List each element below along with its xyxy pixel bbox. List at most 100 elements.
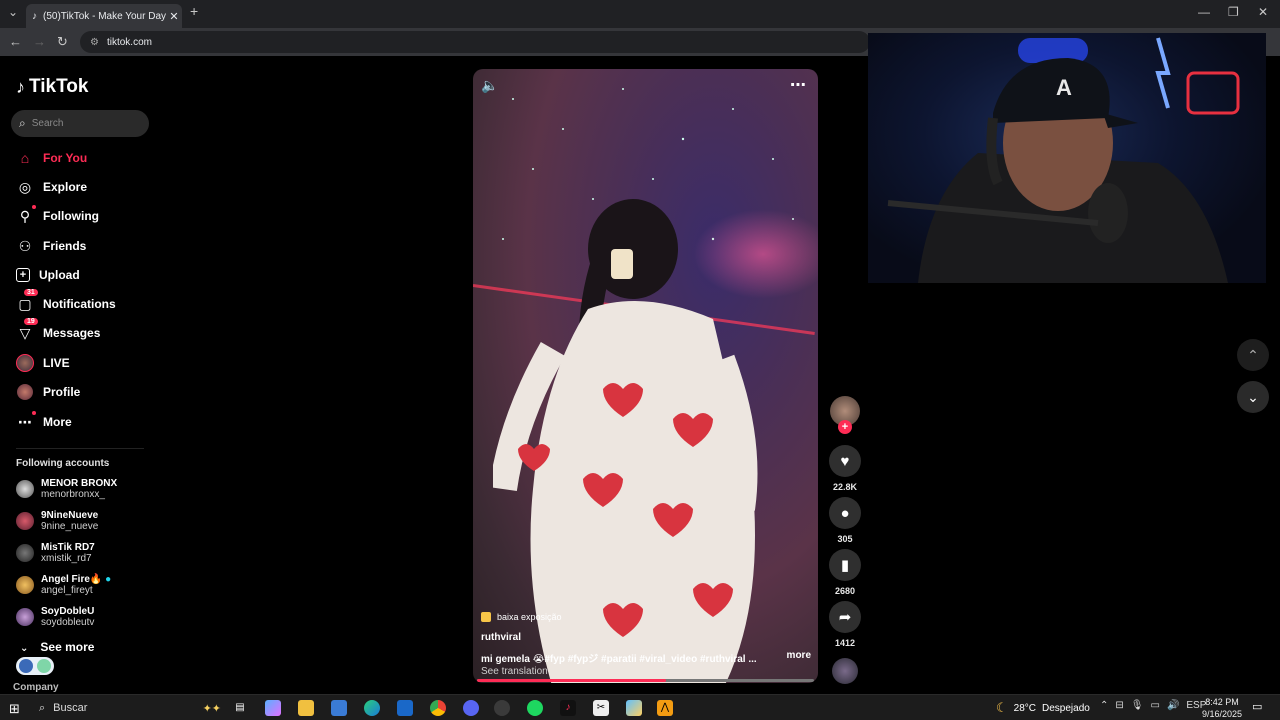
windows-start-icon[interactable]: ⊞ bbox=[9, 701, 20, 717]
reload-icon[interactable]: ↻ bbox=[57, 34, 68, 50]
discord-icon[interactable] bbox=[463, 700, 479, 716]
outlook-icon[interactable] bbox=[397, 700, 413, 716]
video-author[interactable]: ruthviral bbox=[481, 632, 811, 643]
get-app-pill[interactable] bbox=[16, 657, 54, 675]
maximize-button[interactable]: ❐ bbox=[1228, 5, 1239, 19]
site-info-icon[interactable]: ⚙ bbox=[90, 37, 99, 48]
obs-icon[interactable] bbox=[494, 700, 510, 716]
share-button[interactable]: ➦ 1412 bbox=[829, 601, 861, 648]
sound-label: baixa exposição bbox=[497, 612, 562, 622]
sound-icon bbox=[481, 612, 491, 622]
sidebar-item-label: Messages bbox=[43, 326, 101, 340]
sidebar-item-explore[interactable]: ◎ Explore bbox=[16, 176, 87, 198]
video-progress-bar[interactable] bbox=[477, 679, 814, 682]
app-triangle-icon[interactable]: ⋀ bbox=[657, 700, 673, 716]
clock[interactable]: 8:42 PM 9/16/2025 bbox=[1200, 696, 1244, 720]
weather-temp: 28°C bbox=[1013, 702, 1036, 714]
see-translation-link[interactable]: See translation bbox=[481, 666, 811, 677]
search-icon: ⌕ bbox=[19, 116, 26, 130]
sound-disc-icon[interactable] bbox=[832, 658, 858, 684]
following-account[interactable]: SoyDobleU soydobleutv bbox=[16, 604, 94, 630]
sidebar-item-more[interactable]: ⋯ More bbox=[16, 411, 72, 433]
caption-text: mi gemela 😭#fyp #fypジ #paratii #viral_vi… bbox=[481, 654, 757, 665]
sidebar-item-label: Following bbox=[43, 209, 99, 223]
logo-text: TikTok bbox=[29, 76, 89, 97]
window-close-button[interactable]: ✕ bbox=[1258, 5, 1268, 19]
copilot-icon[interactable] bbox=[265, 700, 281, 716]
tab-search-icon[interactable]: ⌄ bbox=[8, 5, 18, 19]
caption-more-button[interactable]: more bbox=[787, 650, 811, 665]
tab-close-icon[interactable]: ✕ bbox=[166, 10, 182, 23]
speaker-icon[interactable]: 🔊 bbox=[1167, 700, 1179, 711]
following-account[interactable]: MisTik RD7 xmistik_rd7 bbox=[16, 540, 95, 566]
microphone-icon[interactable]: 🎙 bbox=[1131, 700, 1144, 711]
like-count: 22.8K bbox=[832, 482, 858, 492]
notification-center-icon[interactable]: ▭ bbox=[1252, 700, 1262, 713]
heart-icon: ♥ bbox=[829, 445, 861, 477]
sidebar-item-label: Friends bbox=[43, 239, 87, 253]
spotify-icon[interactable] bbox=[527, 700, 543, 716]
sidebar-item-notifications[interactable]: ▢ 31 Notifications bbox=[16, 289, 116, 315]
usb-icon[interactable]: ⊟ bbox=[1115, 700, 1123, 711]
previous-video-button[interactable]: ⌃ bbox=[1237, 339, 1269, 371]
network-icon[interactable]: ▭ bbox=[1150, 700, 1159, 711]
browser-tab[interactable]: ♪ (50)TikTok - Make Your Day ✕ bbox=[26, 4, 182, 28]
search-input[interactable]: ⌕ Search bbox=[11, 110, 149, 137]
tiktok-note-icon: ♪ bbox=[16, 76, 25, 97]
account-name: MisTik RD7 bbox=[41, 542, 95, 553]
bookmark-icon: ▮ bbox=[829, 549, 861, 581]
file-explorer-icon[interactable] bbox=[298, 700, 314, 716]
more-icon: ⋯ bbox=[16, 411, 36, 431]
forward-icon[interactable]: → bbox=[33, 34, 46, 49]
chevron-down-icon: ⌄ bbox=[20, 643, 29, 654]
sidebar-item-for-you[interactable]: ⌂ For You bbox=[16, 147, 87, 169]
weather-desc: Despejado bbox=[1042, 702, 1090, 714]
verified-icon: ● bbox=[105, 574, 112, 585]
video-player[interactable]: 🔈 ⋯ baixa exposição ruthviral mi gemela … bbox=[473, 69, 818, 683]
store-icon[interactable] bbox=[331, 700, 347, 716]
sidebar-item-messages[interactable]: ▽ 19 Messages bbox=[16, 318, 101, 344]
capcut-icon[interactable]: ✂ bbox=[593, 700, 609, 716]
weather-widget[interactable]: ☾ 28°C Despejado bbox=[996, 700, 1090, 716]
upload-icon: + bbox=[16, 268, 30, 282]
webcam-overlay: A bbox=[868, 33, 1266, 283]
more-options-icon[interactable]: ⋯ bbox=[790, 75, 806, 95]
svg-text:A: A bbox=[1056, 75, 1072, 100]
chrome-icon[interactable] bbox=[430, 700, 446, 716]
comment-icon: ● bbox=[829, 497, 861, 529]
edge-icon[interactable] bbox=[364, 700, 380, 716]
comment-button[interactable]: ● 305 bbox=[829, 497, 861, 544]
taskbar-search[interactable]: ⌕ Buscar ✦✦ bbox=[33, 697, 221, 719]
tiktok-app-icon[interactable]: ♪ bbox=[560, 700, 576, 716]
see-more-button[interactable]: ⌄ See more bbox=[20, 640, 94, 654]
tiktok-logo[interactable]: ♪ TikTok bbox=[16, 76, 88, 98]
back-icon[interactable]: ← bbox=[9, 34, 22, 49]
sidebar-item-friends[interactable]: ⚇ Friends bbox=[16, 235, 87, 257]
sidebar-item-upload[interactable]: + Upload bbox=[16, 264, 80, 286]
following-account[interactable]: 9NineNueve 9nine_nueve bbox=[16, 508, 98, 534]
company-link[interactable]: Company bbox=[13, 682, 59, 693]
chevron-up-icon[interactable]: ⌃ bbox=[1100, 700, 1108, 711]
task-view-icon[interactable]: ▤ bbox=[232, 700, 248, 716]
sound-tag[interactable]: baixa exposição bbox=[481, 612, 811, 622]
avatar bbox=[16, 608, 34, 626]
app-cube-icon[interactable] bbox=[626, 700, 642, 716]
sidebar-item-following[interactable]: ⚲ Following bbox=[16, 205, 99, 227]
url-field[interactable]: ⚙ tiktok.com bbox=[80, 31, 870, 53]
next-video-button[interactable]: ⌄ bbox=[1237, 381, 1269, 413]
live-icon bbox=[16, 354, 34, 372]
follow-plus-button[interactable]: + bbox=[838, 420, 852, 434]
following-account[interactable]: Angel Fire🔥 ● angel_fireyt bbox=[16, 572, 111, 598]
like-button[interactable]: ♥ 22.8K bbox=[829, 445, 861, 492]
save-button[interactable]: ▮ 2680 bbox=[829, 549, 861, 596]
volume-icon[interactable]: 🔈 bbox=[481, 77, 498, 94]
following-account[interactable]: MENOR BRONX menorbronxx_ bbox=[16, 476, 117, 502]
new-tab-button[interactable]: + bbox=[190, 3, 198, 19]
account-handle: menorbronxx_ bbox=[41, 489, 105, 500]
tiktok-favicon-icon: ♪ bbox=[32, 10, 37, 22]
sidebar-item-profile[interactable]: Profile bbox=[16, 381, 80, 403]
sidebar-item-label: LIVE bbox=[43, 356, 70, 370]
taskbar-search-label: Buscar bbox=[53, 702, 88, 714]
sidebar-item-live[interactable]: LIVE bbox=[16, 352, 70, 374]
minimize-button[interactable]: — bbox=[1198, 5, 1210, 19]
